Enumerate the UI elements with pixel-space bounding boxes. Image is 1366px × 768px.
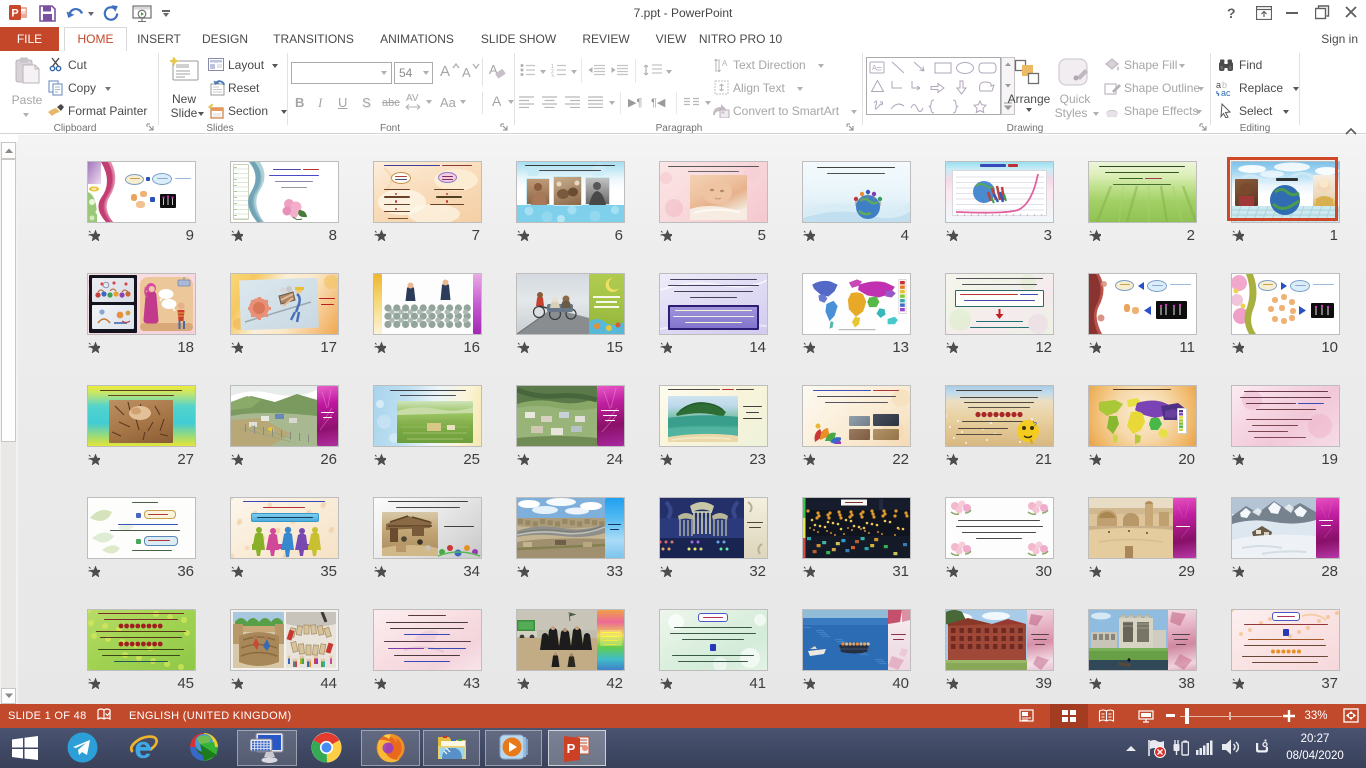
svg-text:ac: ac (1221, 88, 1231, 97)
svg-text:A: A (722, 59, 728, 68)
svg-text:A: A (872, 65, 877, 72)
svg-text:3: 3 (551, 74, 554, 77)
svg-text:P: P (567, 741, 576, 756)
svg-text:?: ? (1033, 422, 1037, 429)
